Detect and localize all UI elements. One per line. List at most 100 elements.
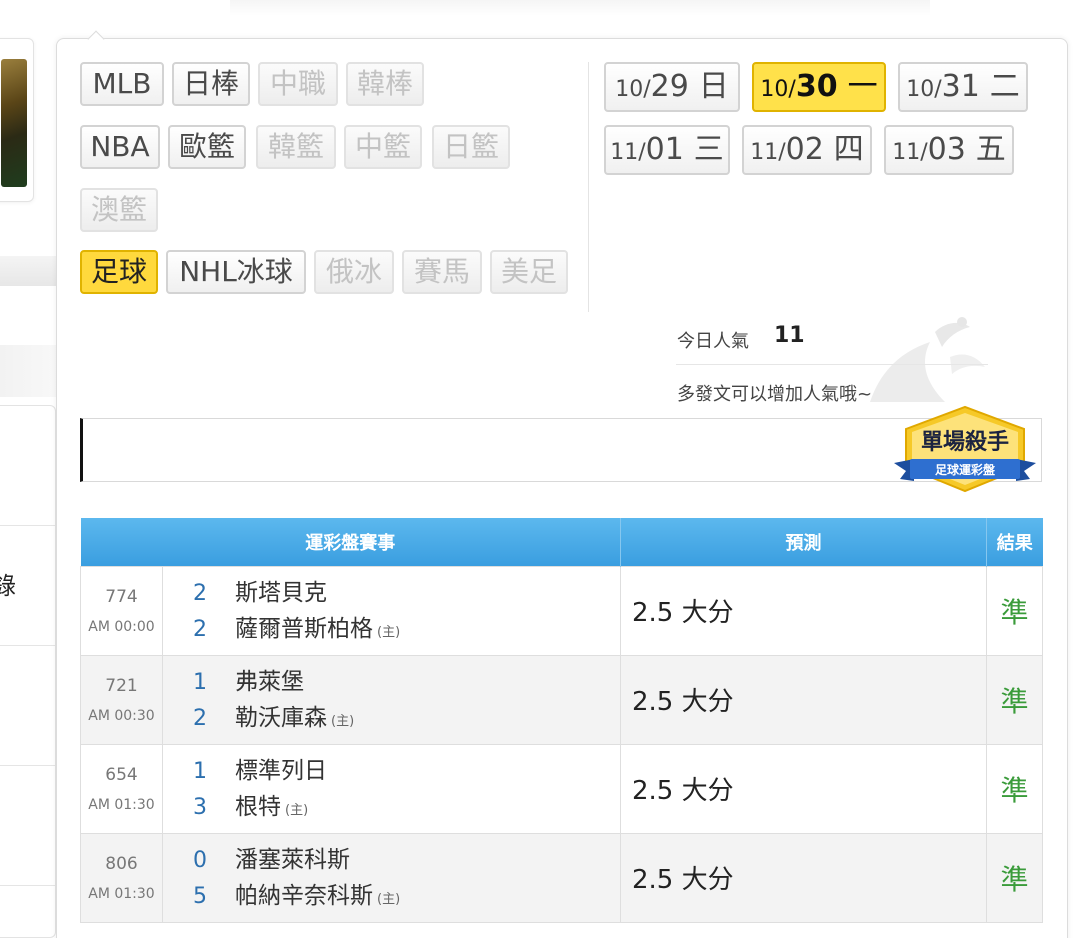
table-row[interactable]: 774 AM 00:00 2 斯塔貝克 2 薩爾普斯柏格 (主) 2.5 大分 準: [80, 565, 1043, 656]
popularity-label: 今日人氣: [677, 331, 749, 352]
prediction-cell: 2.5 大分: [620, 743, 987, 834]
match-time: AM 00:00: [88, 618, 155, 635]
away-score: 2: [193, 580, 207, 606]
date-day: 03: [927, 132, 966, 167]
home-score: 5: [193, 883, 207, 909]
sport-tag-npb[interactable]: 日棒: [172, 62, 250, 106]
match-meta: 806 AM 01:30: [80, 832, 163, 923]
match-number: 774: [105, 586, 138, 607]
date-month: 10/: [760, 77, 796, 102]
match-teams: 1 弗萊堡 2 勒沃庫森 (主): [162, 654, 621, 745]
left-menu-item[interactable]: [0, 526, 55, 646]
date-tag-1030[interactable]: 10/30 一: [752, 62, 886, 112]
away-team[interactable]: 弗萊堡: [235, 669, 304, 695]
date-day: 01: [645, 132, 684, 167]
prediction-cell: 2.5 大分: [620, 565, 987, 656]
date-day: 30: [795, 69, 838, 104]
table-row[interactable]: 654 AM 01:30 1 標準列日 3 根特 (主) 2.5 大分 準: [80, 743, 1043, 834]
result-cell: 準: [986, 654, 1043, 745]
sport-tag-nbl[interactable]: 澳籃: [80, 188, 158, 232]
match-teams: 0 潘塞萊科斯 5 帕納辛奈科斯 (主): [162, 832, 621, 923]
left-nav-bar: [0, 256, 56, 286]
date-weekday: 日: [698, 69, 729, 104]
date-weekday: 五: [975, 132, 1006, 167]
match-number: 721: [105, 675, 138, 696]
top-fade: [230, 0, 930, 16]
home-marker: (主): [377, 624, 401, 640]
badge-title: 單場殺手: [921, 429, 1009, 455]
match-teams: 2 斯塔貝克 2 薩爾普斯柏格 (主): [162, 565, 621, 656]
away-score: 1: [193, 669, 207, 695]
match-teams: 1 標準列日 3 根特 (主): [162, 743, 621, 834]
away-score: 0: [193, 847, 207, 873]
match-meta: 721 AM 00:30: [80, 654, 163, 745]
date-weekday: 四: [833, 132, 864, 167]
badge-subtitle: 足球運彩盤: [935, 462, 996, 477]
left-menu-item[interactable]: [0, 646, 55, 766]
left-menu-list: 錄: [0, 405, 56, 938]
sport-tag-horse-racing[interactable]: 賽馬: [402, 250, 482, 294]
away-team[interactable]: 標準列日: [235, 758, 327, 784]
date-month: 11/: [750, 140, 786, 165]
home-team[interactable]: 根特: [235, 794, 281, 820]
home-score: 2: [193, 616, 207, 642]
date-day: 29: [650, 69, 689, 104]
result-cell: 準: [986, 743, 1043, 834]
date-tag-1102[interactable]: 11/02 四: [742, 125, 872, 175]
sport-tag-nba[interactable]: NBA: [80, 125, 160, 169]
sport-tag-mlb[interactable]: MLB: [80, 62, 164, 106]
match-meta: 654 AM 01:30: [80, 743, 163, 834]
left-menu-item[interactable]: [0, 766, 55, 886]
prediction-table: 運彩盤賽事 預測 結果 774 AM 00:00 2 斯塔貝克 2 薩爾普斯柏格 (主…: [80, 518, 1043, 923]
date-tag-1101[interactable]: 11/01 三: [604, 125, 730, 175]
date-tag-1029[interactable]: 10/29 日: [604, 62, 740, 112]
home-score: 3: [193, 794, 207, 820]
prediction-cell: 2.5 大分: [620, 832, 987, 923]
header-event: 運彩盤賽事: [80, 518, 621, 566]
sport-tag-bleague[interactable]: 日籃: [432, 125, 510, 169]
date-day: 31: [941, 69, 980, 104]
sport-tag-kbl[interactable]: 韓籃: [256, 125, 336, 169]
left-menu-item[interactable]: 錄: [0, 406, 55, 600]
away-score: 1: [193, 758, 207, 784]
filter-divider: [588, 62, 589, 312]
date-month: 10/: [906, 77, 942, 102]
sport-tag-khl[interactable]: 俄冰: [314, 250, 394, 294]
profile-photo: [1, 59, 27, 187]
date-tag-1031[interactable]: 10/31 二: [898, 62, 1028, 112]
match-time: AM 01:30: [88, 796, 155, 813]
match-number: 654: [105, 764, 138, 785]
match-time: AM 00:30: [88, 707, 155, 724]
popularity-value: 11: [774, 323, 805, 348]
date-tag-1103[interactable]: 11/03 五: [884, 125, 1014, 175]
home-marker: (主): [331, 713, 355, 729]
match-time: AM 01:30: [88, 885, 155, 902]
prediction-cell: 2.5 大分: [620, 654, 987, 745]
away-team[interactable]: 斯塔貝克: [235, 580, 327, 606]
left-profile-card[interactable]: [0, 38, 34, 202]
sport-tag-cpbl[interactable]: 中職: [258, 62, 338, 106]
sport-tag-soccer[interactable]: 足球: [80, 250, 158, 294]
home-marker: (主): [285, 802, 309, 818]
header-prediction: 預測: [620, 518, 987, 566]
date-day: 02: [785, 132, 824, 167]
sport-tag-euro-basketball[interactable]: 歐籃: [168, 125, 246, 169]
sport-tag-kbo[interactable]: 韓棒: [346, 62, 424, 106]
home-team[interactable]: 勒沃庫森: [235, 705, 327, 731]
popularity-hint: 多發文可以增加人氣哦~: [677, 384, 873, 405]
date-weekday: 二: [989, 69, 1020, 104]
away-team[interactable]: 潘塞萊科斯: [235, 847, 350, 873]
header-result: 結果: [986, 518, 1043, 566]
home-score: 2: [193, 705, 207, 731]
sport-tag-nhl[interactable]: NHL冰球: [166, 250, 306, 294]
date-month: 10/: [615, 77, 651, 102]
home-team[interactable]: 薩爾普斯柏格: [235, 616, 373, 642]
table-row[interactable]: 806 AM 01:30 0 潘塞萊科斯 5 帕納辛奈科斯 (主) 2.5 大分 準: [80, 832, 1043, 923]
sport-tag-nfl[interactable]: 美足: [490, 250, 568, 294]
sport-tag-cba[interactable]: 中籃: [344, 125, 422, 169]
home-team[interactable]: 帕納辛奈科斯: [235, 883, 373, 909]
date-month: 11/: [610, 140, 646, 165]
date-weekday: 三: [693, 132, 724, 167]
table-row[interactable]: 721 AM 00:30 1 弗萊堡 2 勒沃庫森 (主) 2.5 大分 準: [80, 654, 1043, 745]
result-cell: 準: [986, 565, 1043, 656]
